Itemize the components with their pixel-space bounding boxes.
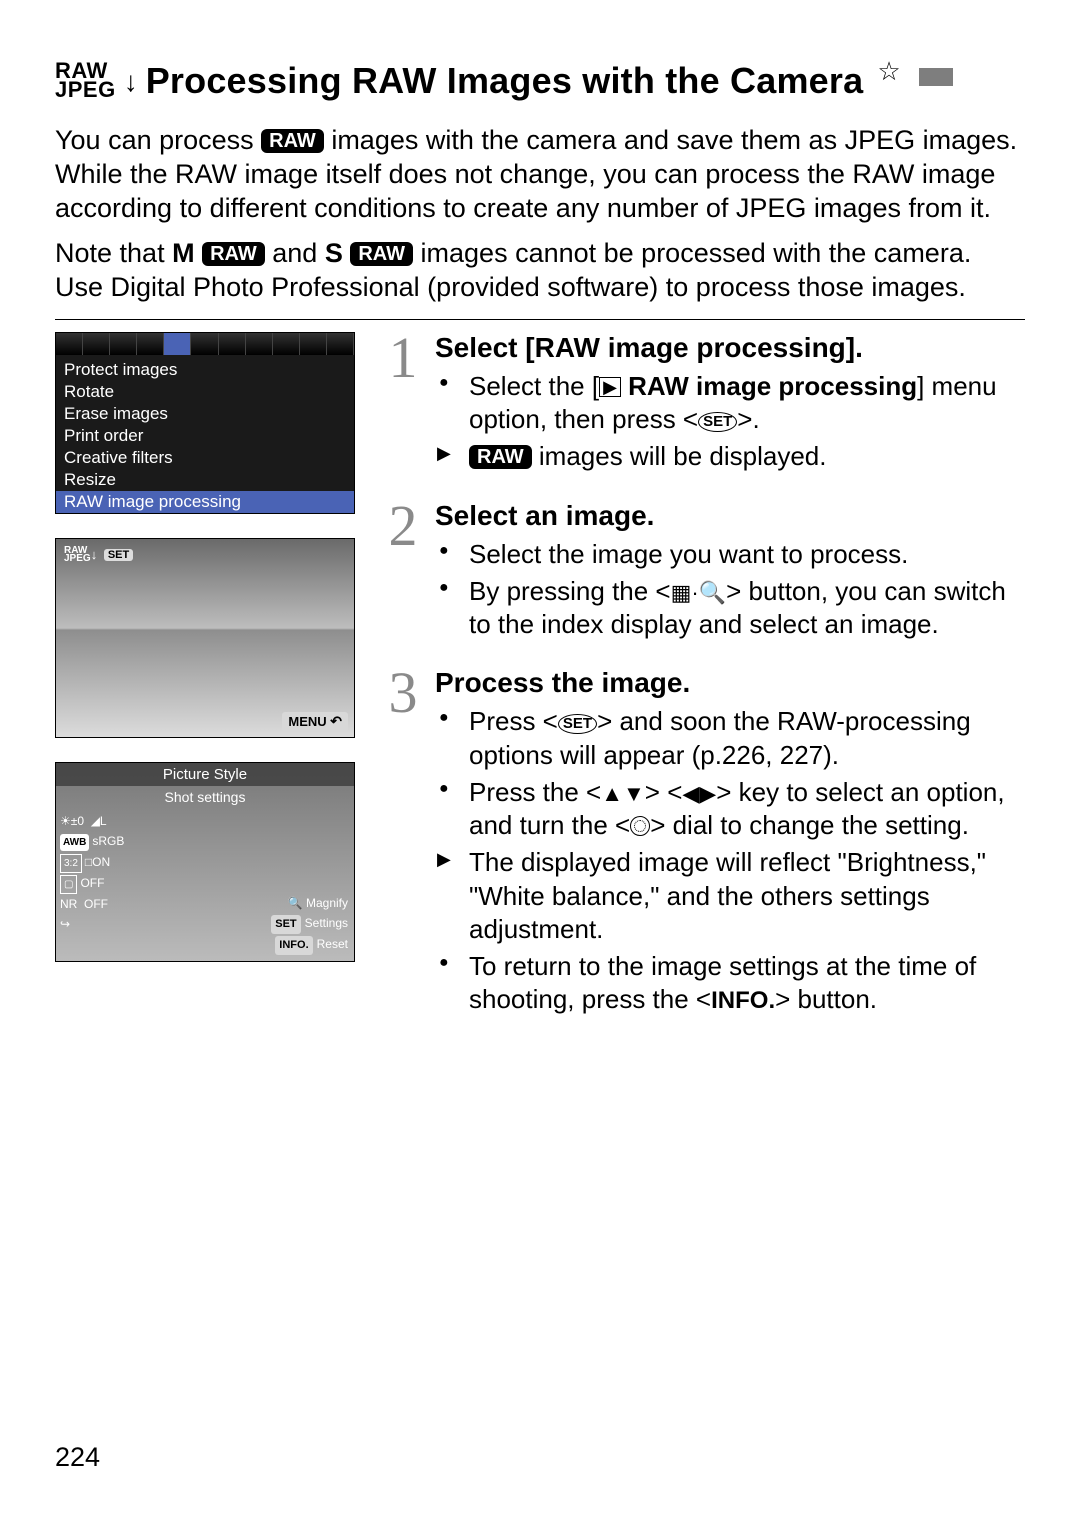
step-title: Select an image. xyxy=(435,500,1025,532)
menu-item: Resize xyxy=(64,469,346,491)
section-marker-icon xyxy=(919,68,953,86)
intro-paragraph-1: You can process RAW images with the came… xyxy=(55,124,1025,225)
camera-playback-screenshot: RAWJPEG↓ SET MENU ↶ xyxy=(55,538,355,738)
menu-item-highlighted: RAW image processing xyxy=(56,491,354,513)
settings-header: Picture Style xyxy=(56,763,354,786)
step-title: Process the image. xyxy=(435,667,1025,699)
menu-item: Protect images xyxy=(64,359,346,381)
raw-badge-icon: RAW xyxy=(469,445,532,469)
menu-tab-row xyxy=(56,333,354,355)
camera-menu-screenshot: Protect images Rotate Erase images Print… xyxy=(55,332,355,514)
step-result: The displayed image will reflect "Bright… xyxy=(435,846,1025,946)
step-bullet: By pressing the <▦·🔍> button, you can sw… xyxy=(435,575,1025,642)
step-number: 3 xyxy=(385,667,421,1021)
index-magnify-icon: ▦·🔍 xyxy=(671,580,727,605)
content-columns: Protect images Rotate Erase images Print… xyxy=(55,332,1025,1043)
step-bullet: Press the <▲▼> <◀▶> key to select an opt… xyxy=(435,776,1025,843)
step-2: 2 Select an image. Select the image you … xyxy=(385,500,1025,646)
intro-paragraph-2: Note that M RAW and S RAW images cannot … xyxy=(55,237,1025,305)
step-title: Select [RAW image processing]. xyxy=(435,332,1025,364)
manual-page: RAW JPEG ↓ Processing RAW Images with th… xyxy=(0,0,1080,1521)
page-number: 224 xyxy=(55,1442,100,1473)
up-down-key-icon: ▲▼ xyxy=(601,781,645,806)
settings-subheader: Shot settings xyxy=(56,787,354,807)
set-button-icon: SET xyxy=(698,412,737,432)
menu-return-badge: MENU ↶ xyxy=(282,712,348,731)
steps-column: 1 Select [RAW image processing]. Select … xyxy=(385,332,1025,1043)
settings-icon-grid: ☀±0 ◢L AWBsRGB 3:2□ON ▢OFF NR OFF ↪ xyxy=(60,811,124,935)
raw-badge-icon: RAW xyxy=(350,242,413,266)
raw-badge-icon: RAW xyxy=(202,242,265,266)
camera-raw-settings-screenshot: Picture Style Shot settings ☀±0 ◢L AWBsR… xyxy=(55,762,355,962)
settings-actions: 🔍 Magnify SETSettings INFO.Reset xyxy=(271,893,348,955)
menu-item: Rotate xyxy=(64,381,346,403)
step-bullet: To return to the image settings at the t… xyxy=(435,950,1025,1017)
dial-icon xyxy=(630,816,650,836)
screenshots-column: Protect images Rotate Erase images Print… xyxy=(55,332,355,1043)
step-bullet: Select the image you want to process. xyxy=(435,538,1025,571)
menu-item: Print order xyxy=(64,425,346,447)
page-title: Processing RAW Images with the Camera xyxy=(146,60,864,102)
step-bullet: Select the [▶ RAW image processing] menu… xyxy=(435,370,1025,437)
step-number: 2 xyxy=(385,500,421,646)
playback-icon: ▶ xyxy=(599,377,621,397)
step-bullet: Press <SET> and soon the RAW-processing … xyxy=(435,705,1025,772)
raw-jpeg-down-icon: RAW JPEG ↓ xyxy=(55,62,132,99)
set-button-icon: SET xyxy=(558,714,597,734)
info-button-icon: INFO. xyxy=(711,987,775,1014)
step-number: 1 xyxy=(385,332,421,478)
separator xyxy=(55,319,1025,320)
star-icon: ☆ xyxy=(877,56,900,87)
raw-badge-icon: RAW xyxy=(261,129,324,153)
menu-item: Creative filters xyxy=(64,447,346,469)
step-1: 1 Select [RAW image processing]. Select … xyxy=(385,332,1025,478)
title-row: RAW JPEG ↓ Processing RAW Images with th… xyxy=(55,60,1025,102)
menu-list: Protect images Rotate Erase images Print… xyxy=(56,355,354,517)
step-result: RAW images will be displayed. xyxy=(435,440,1025,473)
raw-jpeg-set-badge: RAWJPEG↓ SET xyxy=(64,547,133,564)
menu-item: Erase images xyxy=(64,403,346,425)
left-right-key-icon: ◀▶ xyxy=(682,781,716,806)
step-3: 3 Process the image. Press <SET> and soo… xyxy=(385,667,1025,1021)
